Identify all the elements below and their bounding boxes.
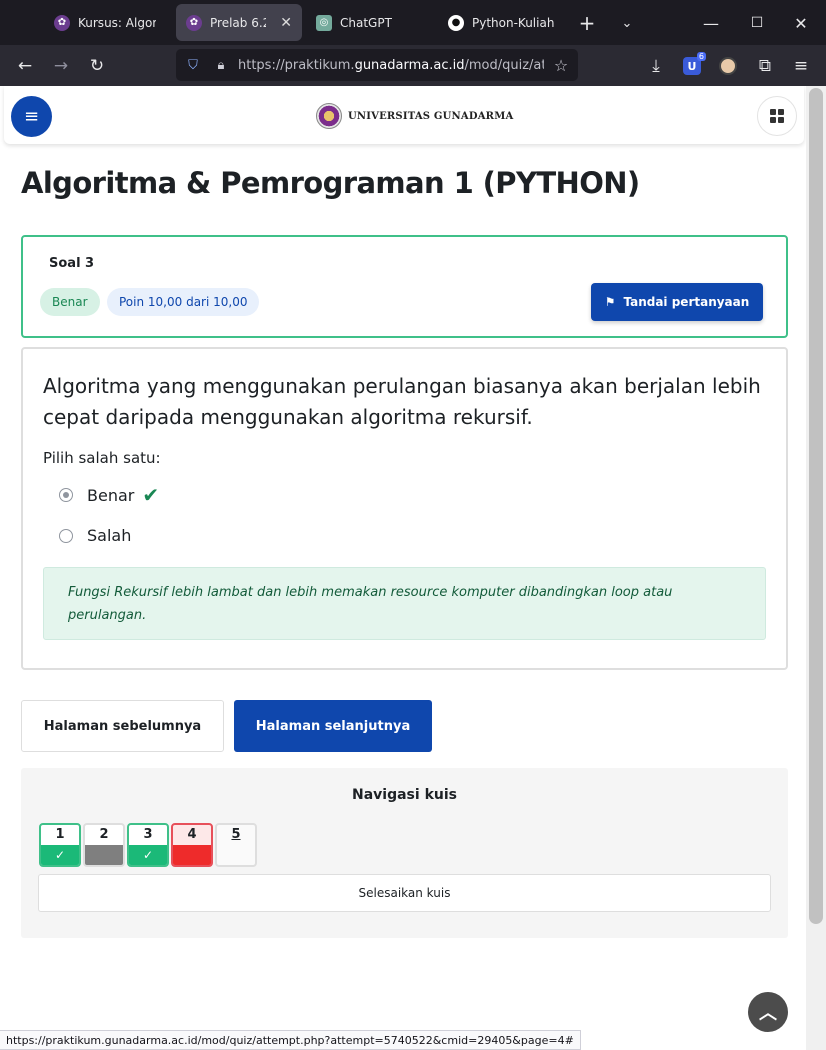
check-icon: ✓ [41, 845, 79, 865]
page-scrollbar[interactable] [806, 86, 826, 1050]
answered-bar [85, 845, 123, 865]
quiz-nav-question-2[interactable]: 2 [83, 823, 125, 867]
question-number: Soal 3 [49, 256, 95, 271]
next-page-button[interactable]: Halaman selanjutnya [234, 700, 432, 752]
blocks-drawer-button[interactable] [757, 96, 797, 136]
extension-badge: 6 [696, 52, 706, 61]
answer-prompt: Pilih salah satu: [43, 449, 161, 467]
tab-github[interactable]: ● Python-Kuliah/A [438, 4, 564, 41]
url-text[interactable]: https://praktikum.gunadarma.ac.id/mod/qu… [238, 58, 544, 73]
quiz-navigation: Navigasi kuis 1 ✓ 2 3 ✓ 4 5 Selesaikan k… [21, 768, 788, 938]
quiz-nav-question-5[interactable]: 5 [215, 823, 257, 867]
download-icon[interactable]: ⤓ [642, 52, 670, 80]
correct-check-icon: ✔ [142, 483, 160, 507]
new-tab-icon[interactable]: + [574, 10, 600, 36]
radio-selected[interactable] [59, 488, 73, 502]
brand-logo[interactable]: UNIVERSITAS GUNADARMA [316, 103, 513, 129]
quiz-nav-question-3[interactable]: 3 ✓ [127, 823, 169, 867]
check-icon: ✓ [129, 845, 167, 865]
scrollbar-thumb[interactable] [809, 88, 823, 924]
drawer-menu-button[interactable]: ≡ [11, 96, 52, 137]
option-salah[interactable]: Salah [59, 526, 131, 545]
chevron-up-icon: ︿ [759, 1003, 777, 1024]
ublock-extension-icon[interactable]: U 6 [678, 52, 706, 80]
quiz-nav-question-4[interactable]: 4 [171, 823, 213, 867]
quiz-navigation-title: Navigasi kuis [352, 787, 457, 803]
bookmark-star-icon[interactable]: ☆ [550, 54, 572, 76]
chatgpt-favicon-icon: ◎ [316, 14, 332, 31]
profile-extension-icon[interactable] [714, 52, 742, 80]
flag-question-button[interactable]: ⚑ Tandai pertanyaan [591, 283, 763, 321]
status-badge: Benar [40, 288, 100, 316]
question-text: Algoritma yang menggunakan perulangan bi… [43, 374, 761, 429]
maximize-icon[interactable]: ☐ [744, 10, 770, 36]
lock-icon[interactable]: 🔒︎ [210, 54, 232, 76]
tab-list-chevron-down-icon[interactable]: ⌄ [614, 10, 640, 36]
option-benar[interactable]: Benar ✔ [59, 483, 159, 507]
moodle-favicon-icon: ✿ [186, 14, 202, 31]
tab-kursus[interactable]: ✿ Kursus: Algoritm [44, 4, 166, 41]
question-card: Algoritma yang menggunakan perulangan bi… [21, 347, 788, 670]
reload-icon[interactable]: ↻ [83, 52, 111, 80]
shield-icon[interactable]: ⛉ [182, 54, 204, 76]
brand-name: UNIVERSITAS GUNADARMA [348, 110, 514, 122]
tab-chatgpt[interactable]: ◎ ChatGPT [306, 4, 432, 41]
browser-nav-bar: ← → ↻ ⛉ 🔒︎ https://praktikum.gunadarma.a… [0, 45, 826, 86]
forward-arrow-icon[interactable]: → [47, 52, 75, 80]
back-arrow-icon[interactable]: ← [11, 52, 39, 80]
flag-icon: ⚑ [604, 295, 616, 309]
hamburger-menu-icon[interactable]: ≡ [787, 52, 815, 80]
tab-prelab[interactable]: ✿ Prelab 6.2 Rek ✕ [176, 4, 302, 41]
page-title: Algoritma & Pemrograman 1 (PYTHON) [21, 166, 640, 200]
quiz-nav-question-1[interactable]: 1 ✓ [39, 823, 81, 867]
close-tab-icon[interactable]: ✕ [280, 15, 292, 31]
minimize-icon[interactable]: — [698, 10, 724, 36]
finish-attempt-button[interactable]: Selesaikan kuis [38, 874, 771, 912]
previous-page-button[interactable]: Halaman sebelumnya [21, 700, 224, 752]
extensions-puzzle-icon[interactable]: ⧉ [751, 52, 779, 80]
back-to-top-button[interactable]: ︿ [748, 992, 788, 1032]
link-status-bar: https://praktikum.gunadarma.ac.id/mod/qu… [0, 1030, 581, 1050]
radio-unselected[interactable] [59, 528, 73, 543]
close-window-icon[interactable]: ✕ [788, 10, 814, 36]
moodle-favicon-icon: ✿ [54, 14, 70, 31]
incorrect-bar [173, 845, 211, 865]
browser-tab-bar: ✿ Kursus: Algoritm ✿ Prelab 6.2 Rek ✕ ◎ … [0, 0, 826, 45]
feedback-box: Fungsi Rekursif lebih lambat dan lebih m… [43, 567, 766, 640]
menu-icon: ≡ [23, 106, 40, 127]
question-info: Soal 3 Benar Poin 10,00 dari 10,00 ⚑ Tan… [21, 235, 788, 338]
url-bar[interactable]: ⛉ 🔒︎ https://praktikum.gunadarma.ac.id/m… [176, 49, 578, 81]
page-content: ≡ UNIVERSITAS GUNADARMA Algoritma & Pemr… [0, 86, 806, 1050]
grid-icon [770, 109, 784, 123]
points-badge: Poin 10,00 dari 10,00 [107, 288, 260, 316]
site-header: ≡ UNIVERSITAS GUNADARMA [4, 86, 804, 144]
github-favicon-icon: ● [448, 14, 464, 31]
university-seal-icon [316, 103, 342, 129]
